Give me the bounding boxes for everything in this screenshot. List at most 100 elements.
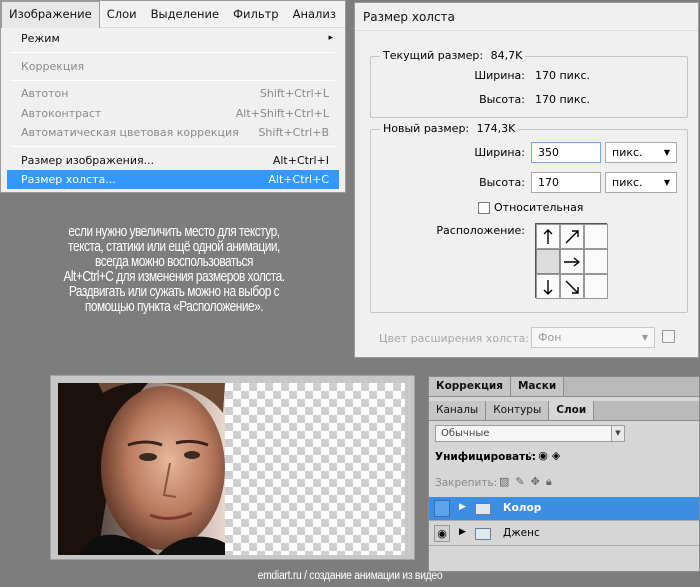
arrow-right-icon bbox=[564, 256, 581, 267]
blend-mode-select[interactable]: Обычные ▼ bbox=[435, 425, 625, 442]
chevron-down-icon: ▼ bbox=[663, 148, 670, 157]
menu-select[interactable]: Выделение bbox=[144, 1, 227, 28]
image-menu: Изображение Слои Выделение Фильтр Анализ… bbox=[0, 0, 346, 193]
site-footer: emdiart.ru / создание анимации из видео bbox=[257, 570, 443, 582]
menu-item-shortcut: Alt+Ctrl+I bbox=[272, 154, 329, 167]
unify-icons[interactable]: ⁘◉◈ bbox=[525, 449, 564, 462]
menu-filter[interactable]: Фильтр bbox=[226, 1, 286, 28]
lock-icons[interactable]: ▨✎✥🔒︎ bbox=[499, 475, 558, 489]
caption-line: если нужно увеличить место для текстур, bbox=[68, 224, 280, 240]
anchor-bottom-left[interactable] bbox=[536, 274, 560, 299]
menu-separator bbox=[11, 146, 335, 147]
caption-line: текста, статики или ещё одной анимации, bbox=[68, 239, 280, 255]
folder-icon bbox=[475, 503, 491, 515]
menu-item-shortcut: Shift+Ctrl+L bbox=[259, 87, 329, 100]
transparent-canvas-area bbox=[225, 383, 405, 555]
menu-item-adjustments: Коррекция bbox=[7, 57, 339, 76]
tab-layers[interactable]: Слои bbox=[549, 401, 595, 420]
relative-checkbox[interactable] bbox=[478, 202, 490, 214]
anchor-top-center[interactable] bbox=[560, 224, 584, 249]
lock-move-icon[interactable]: ✥ bbox=[531, 475, 546, 488]
menu-item-shortcut: Alt+Ctrl+C bbox=[268, 173, 329, 186]
menu-image[interactable]: Изображение bbox=[1, 0, 100, 28]
submenu-arrow-icon: ▸ bbox=[328, 33, 333, 43]
unify-position-icon[interactable]: ⁘ bbox=[525, 449, 538, 462]
menu-item-auto-tone: Автотон Shift+Ctrl+L bbox=[7, 84, 339, 103]
caption-line: Alt+Ctrl+C для изменения размеров холста… bbox=[63, 269, 285, 285]
chevron-down-icon: ▼ bbox=[663, 178, 670, 187]
width-input[interactable]: 350 bbox=[531, 142, 601, 163]
unify-style-icon[interactable]: ◈ bbox=[552, 449, 564, 462]
menu-item-auto-color: Автоматическая цветовая коррекция Shift+… bbox=[7, 123, 339, 142]
expand-triangle-icon[interactable]: ▶ bbox=[459, 527, 466, 537]
extension-color-value: Фон bbox=[538, 331, 562, 344]
new-size-title: Новый размер: 174,3K bbox=[380, 122, 519, 135]
panel-top-tabs: Коррекция Маски bbox=[429, 377, 699, 397]
menu-item-mode[interactable]: Режим ▸ bbox=[7, 29, 339, 48]
current-width-label: Ширина: bbox=[474, 69, 525, 82]
caption-line: всегда можно воспользоваться bbox=[95, 254, 253, 270]
current-size-value: 84,7K bbox=[490, 49, 523, 62]
extension-color-select: Фон ▼ bbox=[531, 327, 655, 348]
anchor-grid bbox=[535, 223, 608, 299]
anchor-bottom-center[interactable] bbox=[560, 274, 584, 299]
current-size-title: Текущий размер: 84,7K bbox=[380, 49, 526, 62]
tab-adjustments[interactable]: Коррекция bbox=[429, 377, 511, 396]
menu-analysis[interactable]: Анализ bbox=[286, 1, 343, 28]
expand-triangle-icon[interactable]: ▶ bbox=[459, 502, 466, 512]
blend-mode-value: Обычные bbox=[441, 428, 490, 439]
canvas-size-dialog: Размер холста Текущий размер: 84,7K Шири… bbox=[354, 2, 699, 358]
anchor-bottom-right[interactable] bbox=[584, 274, 608, 299]
dialog-title: Размер холста bbox=[355, 3, 698, 31]
menu-item-label: Автоконтраст bbox=[21, 107, 102, 120]
anchor-top-right[interactable] bbox=[584, 224, 608, 249]
current-size-label: Текущий размер: bbox=[383, 49, 484, 62]
anchor-label: Расположение: bbox=[436, 224, 525, 237]
menu-item-image-size[interactable]: Размер изображения... Alt+Ctrl+I bbox=[7, 151, 339, 170]
arrow-up-icon bbox=[543, 228, 553, 244]
anchor-middle-right[interactable] bbox=[584, 249, 608, 274]
relative-label: Относительная bbox=[494, 201, 584, 214]
menu-item-shortcut: Alt+Shift+Ctrl+L bbox=[235, 107, 329, 120]
unify-visibility-icon[interactable]: ◉ bbox=[538, 449, 552, 462]
menu-item-canvas-size[interactable]: Размер холста... Alt+Ctrl+C bbox=[7, 170, 339, 189]
height-unit-value: пикс. bbox=[612, 176, 643, 189]
layer-row[interactable]: ▶ Колор bbox=[429, 497, 699, 521]
lock-icon[interactable]: 🔒︎ bbox=[546, 475, 558, 488]
tab-masks[interactable]: Маски bbox=[510, 377, 565, 396]
current-height-value: 170 пикс. bbox=[535, 93, 591, 106]
chevron-down-icon: ▼ bbox=[641, 333, 648, 342]
menu-item-label: Размер изображения... bbox=[21, 154, 155, 167]
menu-item-label: Режим bbox=[21, 32, 60, 45]
menu-item-label: Размер холста... bbox=[21, 173, 116, 186]
new-height-label: Высота: bbox=[479, 176, 525, 189]
tab-channels[interactable]: Каналы bbox=[429, 401, 487, 420]
width-unit-select[interactable]: пикс. ▼ bbox=[605, 142, 677, 163]
menu-item-shortcut: Shift+Ctrl+B bbox=[258, 126, 329, 139]
current-width-value: 170 пикс. bbox=[535, 69, 591, 82]
anchor-center[interactable] bbox=[560, 249, 584, 274]
menu-item-label: Автотон bbox=[21, 87, 69, 100]
menu-layers[interactable]: Слои bbox=[100, 1, 144, 28]
visibility-toggle[interactable] bbox=[434, 500, 450, 517]
anchor-top-left[interactable] bbox=[536, 224, 560, 249]
caption-line: Раздвигать или сужать можно на выбор с bbox=[68, 284, 280, 300]
unify-label: Унифицировать: bbox=[435, 451, 537, 463]
height-input[interactable]: 170 bbox=[531, 172, 601, 193]
extension-color-swatch bbox=[662, 330, 675, 343]
eye-icon[interactable]: ◉ bbox=[434, 525, 450, 542]
lock-brush-icon[interactable]: ✎ bbox=[515, 475, 530, 488]
menu-item-auto-contrast: Автоконтраст Alt+Shift+Ctrl+L bbox=[7, 104, 339, 123]
layer-name: Дженс bbox=[503, 527, 540, 539]
height-unit-select[interactable]: пикс. ▼ bbox=[605, 172, 677, 193]
menu-bar: Изображение Слои Выделение Фильтр Анализ bbox=[1, 0, 345, 28]
anchor-middle-left[interactable] bbox=[536, 249, 560, 274]
new-size-label: Новый размер: bbox=[383, 122, 470, 135]
caption-line: помощью пункта «Расположение». bbox=[84, 299, 264, 315]
layer-row[interactable]: ◉ ▶ Дженс bbox=[429, 522, 699, 546]
current-height-label: Высота: bbox=[479, 93, 525, 106]
portrait-photo bbox=[58, 383, 225, 555]
lock-transparency-icon[interactable]: ▨ bbox=[499, 475, 515, 488]
tab-paths[interactable]: Контуры bbox=[486, 401, 550, 420]
width-unit-value: пикс. bbox=[612, 146, 643, 159]
